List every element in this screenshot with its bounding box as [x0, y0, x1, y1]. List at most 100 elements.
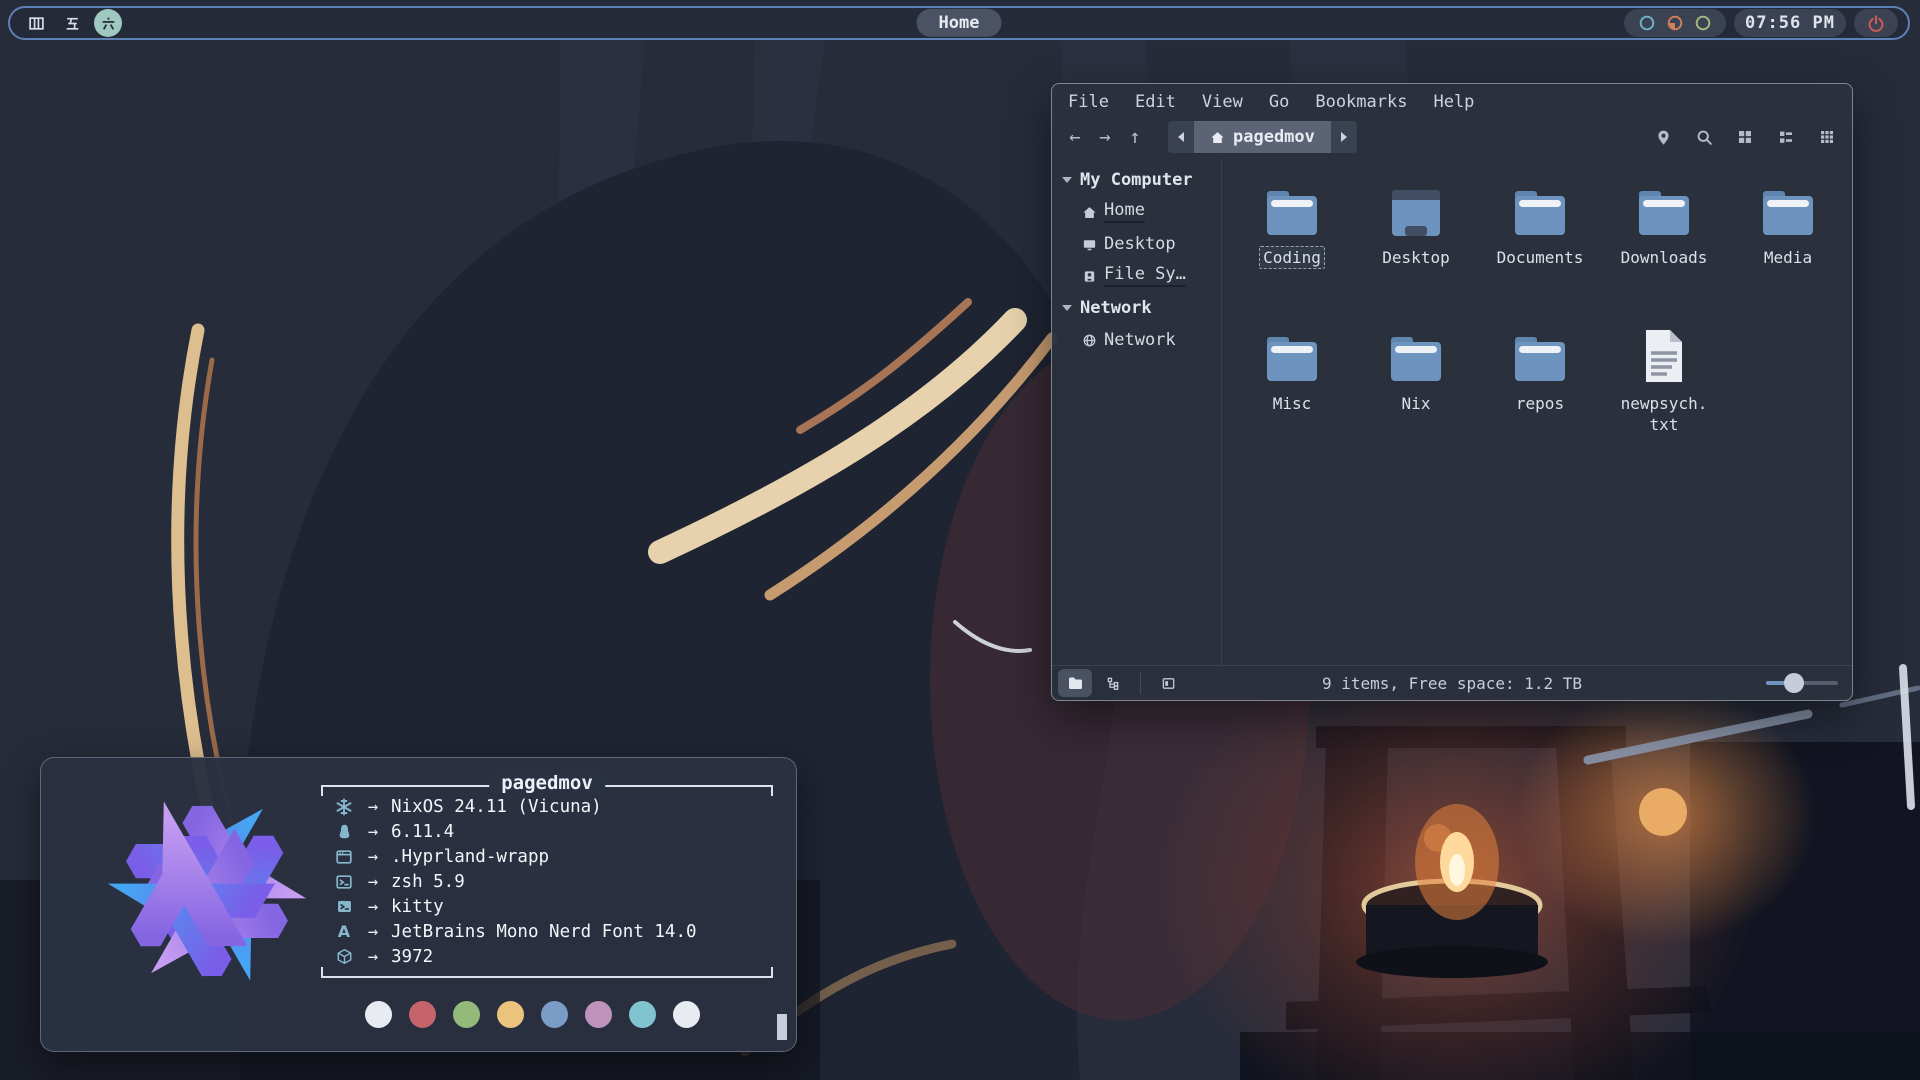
terminal-color-palette — [365, 1001, 700, 1028]
zoom-slider[interactable] — [1766, 673, 1838, 693]
palette-dot-red — [409, 1001, 436, 1028]
fastfetch-row-shell: → zsh 5.9 — [333, 869, 765, 894]
file-item-downloads[interactable]: Downloads — [1602, 182, 1726, 328]
file-item-documents[interactable]: Documents — [1478, 182, 1602, 328]
menu-view[interactable]: View — [1202, 92, 1243, 112]
box-corner — [321, 785, 323, 796]
arrow-icon: → — [355, 947, 391, 967]
file-label: Downloads — [1617, 246, 1712, 269]
menu-file[interactable]: File — [1068, 92, 1109, 112]
top-bar: Home 07:56 PM — [8, 6, 1910, 40]
back-button[interactable]: ← — [1060, 123, 1090, 151]
file-item-nix[interactable]: Nix — [1354, 328, 1478, 474]
workspace-6-button-active[interactable] — [94, 9, 122, 37]
sidebar-section-network[interactable]: Network — [1052, 292, 1221, 324]
power-icon — [1867, 14, 1885, 32]
arrow-icon: → — [355, 797, 391, 817]
workspace-5-icon — [64, 15, 81, 32]
sidebar-item-label: File Sy… — [1104, 265, 1186, 287]
file-item-coding[interactable]: Coding — [1230, 182, 1354, 328]
fastfetch-row-os: → NixOS 24.11 (Vicuna) — [333, 794, 765, 819]
home-icon — [1210, 130, 1225, 145]
palette-dot-green — [453, 1001, 480, 1028]
sidebar-item-network[interactable]: Network — [1052, 324, 1221, 356]
list-view-button[interactable] — [1773, 124, 1799, 150]
breadcrumb-left-button[interactable] — [1168, 121, 1194, 153]
chevron-right-icon — [1341, 132, 1347, 142]
icon-view-button[interactable] — [1732, 124, 1758, 150]
desktop: Home 07:56 PM — [0, 0, 1920, 1080]
toolbar-view-controls — [1650, 124, 1840, 150]
workspace-4-button[interactable] — [22, 9, 50, 37]
forward-button[interactable]: → — [1090, 123, 1120, 151]
folder-icon — [1512, 188, 1568, 238]
file-item-misc[interactable]: Misc — [1230, 328, 1354, 474]
palette-dot-yellow — [497, 1001, 524, 1028]
fastfetch-row-packages: → 3972 — [333, 944, 765, 969]
status-summary: 9 items, Free space: 1.2 TB — [1052, 674, 1852, 693]
file-label: Documents — [1493, 246, 1588, 269]
menu-bar: File Edit View Go Bookmarks Help — [1052, 84, 1852, 116]
file-item-repos[interactable]: repos — [1478, 328, 1602, 474]
slider-handle[interactable] — [1784, 673, 1804, 693]
wm-icon — [333, 848, 355, 866]
file-item-newpsych-txt[interactable]: newpsych.txt — [1602, 328, 1726, 474]
clock[interactable]: 07:56 PM — [1734, 9, 1846, 37]
packages-value: 3972 — [391, 947, 433, 967]
search-button[interactable] — [1691, 124, 1717, 150]
folder-icon — [1264, 334, 1320, 384]
file-label: Misc — [1269, 392, 1316, 415]
box-corner — [321, 967, 323, 978]
tray-ring-teal-icon[interactable] — [1638, 14, 1656, 32]
shell-icon — [333, 873, 355, 891]
file-grid: Coding Desktop Documents Downloads Media — [1222, 158, 1852, 665]
status-bar: 9 items, Free space: 1.2 TB — [1052, 665, 1852, 700]
file-item-desktop[interactable]: Desktop — [1354, 182, 1478, 328]
power-button[interactable] — [1854, 9, 1898, 37]
menu-edit[interactable]: Edit — [1135, 92, 1176, 112]
arrow-icon: → — [355, 897, 391, 917]
sidebar: My Computer Home Desktop — [1052, 158, 1222, 665]
sidebar-section-my-computer[interactable]: My Computer — [1052, 164, 1221, 196]
chevron-left-icon — [1178, 132, 1184, 142]
sidebar-item-home[interactable]: Home — [1052, 196, 1221, 228]
font-value: JetBrains Mono Nerd Font 14.0 — [391, 922, 697, 942]
text-file-icon — [1642, 328, 1686, 384]
up-button[interactable]: ↑ — [1120, 123, 1150, 151]
file-manager-body: My Computer Home Desktop — [1052, 158, 1852, 665]
tray-pie-orange-icon[interactable] — [1666, 14, 1684, 32]
icon-view-icon — [1737, 129, 1753, 145]
collapse-triangle-icon — [1062, 177, 1072, 183]
terminal-window[interactable]: pagedmov → NixOS 24.11 (Vicuna) — [40, 757, 797, 1052]
sidebar-section-label: Network — [1080, 298, 1152, 318]
sidebar-item-filesystem[interactable]: File Sy… — [1052, 260, 1221, 292]
sidebar-item-desktop[interactable]: Desktop — [1052, 228, 1221, 260]
system-tray — [1624, 9, 1726, 37]
arrow-icon: → — [355, 847, 391, 867]
desktop-icon — [1082, 237, 1097, 252]
file-label: Nix — [1398, 392, 1435, 415]
location-button[interactable] — [1650, 124, 1676, 150]
wm-value: .Hyprland-wrapp — [391, 847, 549, 867]
sidebar-section-label: My Computer — [1080, 170, 1193, 190]
workspace-6-icon — [100, 15, 117, 32]
search-icon — [1696, 129, 1713, 146]
workspace-4-icon — [28, 15, 45, 32]
box-corner — [771, 967, 773, 978]
terminal-value: kitty — [391, 897, 444, 917]
folder-icon — [1264, 188, 1320, 238]
home-icon — [1082, 205, 1097, 220]
menu-go[interactable]: Go — [1269, 92, 1289, 112]
tray-ring-green-icon[interactable] — [1694, 14, 1712, 32]
breadcrumb-right-button[interactable] — [1331, 121, 1357, 153]
menu-bookmarks[interactable]: Bookmarks — [1315, 92, 1407, 112]
palette-dot-blue — [541, 1001, 568, 1028]
file-label: Coding — [1259, 246, 1325, 269]
breadcrumb-path-button[interactable]: pagedmov — [1194, 121, 1331, 153]
file-item-media[interactable]: Media — [1726, 182, 1850, 328]
menu-help[interactable]: Help — [1433, 92, 1474, 112]
compact-view-button[interactable] — [1814, 124, 1840, 150]
compact-view-icon — [1819, 129, 1835, 145]
desktop-screen-icon — [1388, 188, 1444, 238]
workspace-5-button[interactable] — [58, 9, 86, 37]
